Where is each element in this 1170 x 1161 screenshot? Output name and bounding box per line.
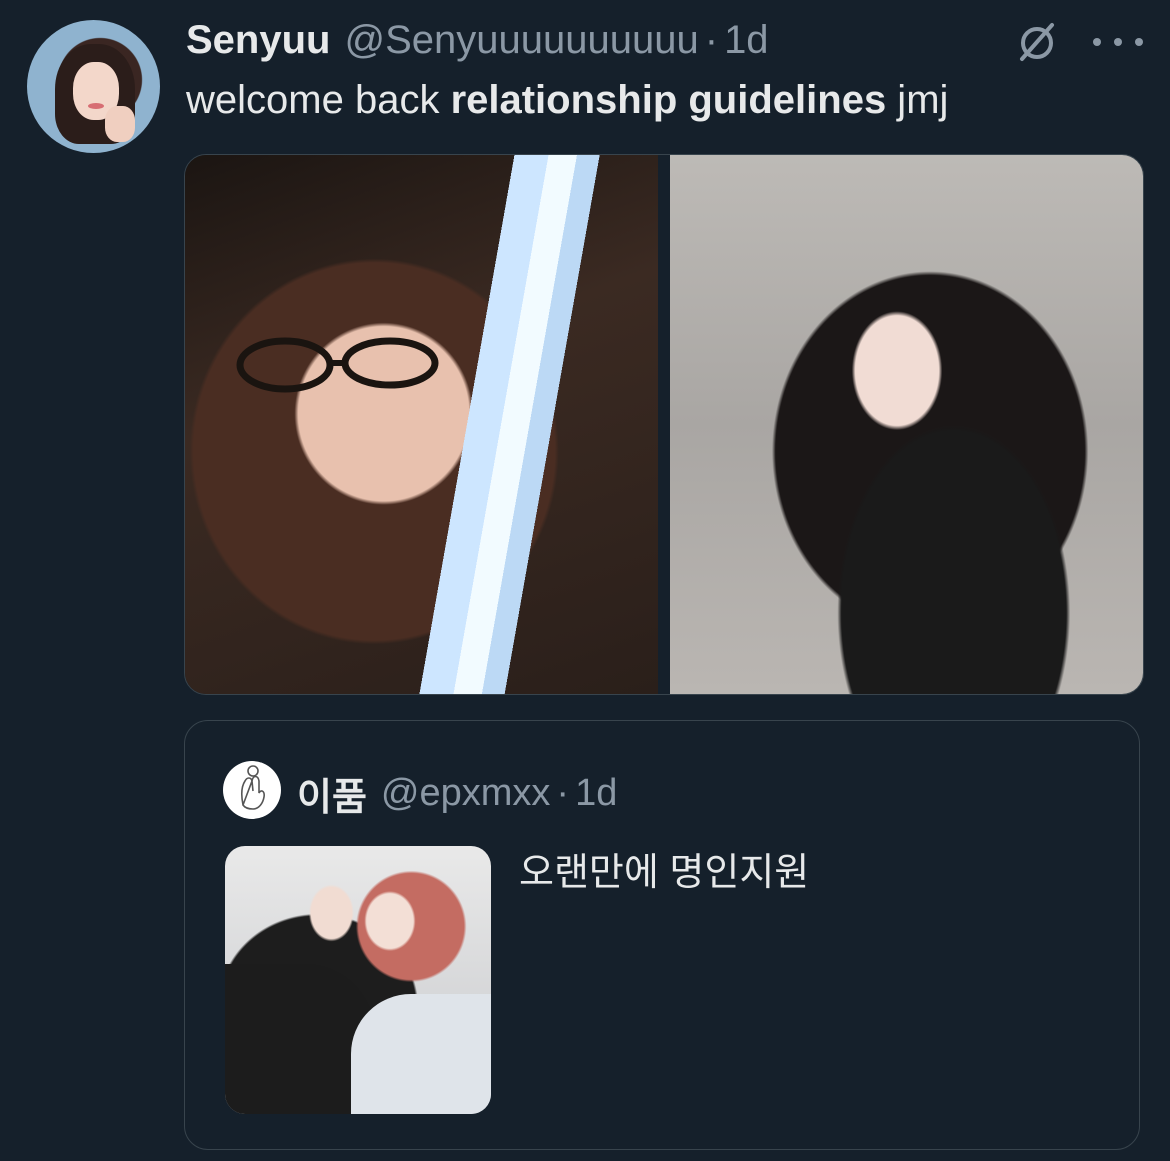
separator-dot: · xyxy=(556,772,570,814)
tweet-text-suffix: jmj xyxy=(886,78,949,122)
media-image-2[interactable] xyxy=(670,155,1143,694)
grok-icon[interactable] xyxy=(1014,19,1060,65)
avatar-lips xyxy=(88,103,104,109)
tweet-text-prefix: welcome back xyxy=(186,78,451,122)
more-dot-icon xyxy=(1093,38,1101,46)
glasses-shape xyxy=(236,337,439,393)
quoted-timestamp[interactable]: 1d xyxy=(575,772,617,815)
quoted-tweet[interactable]: 이품 @epxmxx · 1d 오랜만에 명인지원 xyxy=(184,720,1140,1150)
quoted-author-name[interactable]: 이품 xyxy=(297,766,367,821)
tweet-timestamp[interactable]: 1d xyxy=(724,18,769,63)
tweet-text-bold: relationship guidelines xyxy=(450,78,887,122)
author-handle[interactable]: @Senyuuuuuuuuuu xyxy=(344,18,698,63)
media-grid xyxy=(184,154,1144,695)
quoted-text: 오랜만에 명인지원 xyxy=(519,852,810,894)
author-avatar[interactable] xyxy=(27,20,160,153)
hand-sketch-icon xyxy=(240,765,265,810)
quoted-header: 이품 @epxmxx · 1d xyxy=(297,766,617,821)
more-dot-icon xyxy=(1135,38,1143,46)
quoted-media-thumbnail[interactable] xyxy=(225,846,491,1114)
more-dot-icon xyxy=(1114,38,1122,46)
author-name[interactable]: Senyuu xyxy=(186,18,330,63)
media-image-1[interactable] xyxy=(185,155,658,694)
tweet-text: welcome back relationship guidelines jmj xyxy=(186,78,948,123)
quoted-author-handle[interactable]: @epxmxx xyxy=(381,772,551,815)
separator-dot: · xyxy=(704,17,719,62)
more-options-icon[interactable] xyxy=(1093,25,1143,59)
quoted-author-avatar[interactable] xyxy=(223,761,281,819)
thumb-figure-light xyxy=(351,994,491,1114)
avatar-hand xyxy=(105,106,135,142)
tweet-header: Senyuu @Senyuuuuuuuuuu · 1d xyxy=(186,14,769,66)
